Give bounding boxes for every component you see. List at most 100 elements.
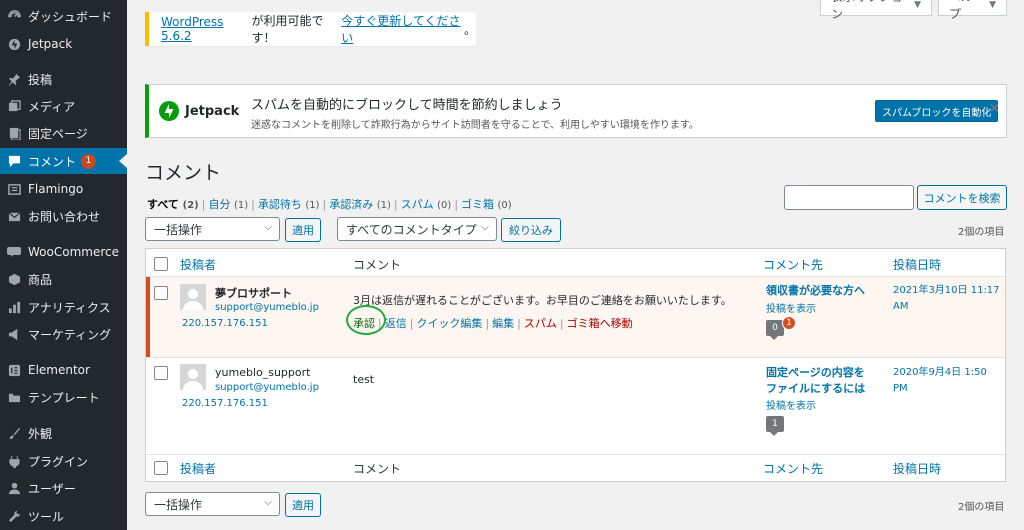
row-checkbox[interactable] — [154, 286, 168, 300]
admin-sidebar: ダッシュボード Jetpack 投稿 メディア 固定ページ コメント 1 Fla… — [0, 0, 127, 530]
comment-count: 0 — [772, 323, 778, 333]
jetpack-logo-text: Jetpack — [185, 103, 240, 119]
comment-date-line1: 2020年9月4日 1:50 — [893, 367, 987, 378]
apply-button-top[interactable]: 適用 — [285, 218, 321, 242]
sidebar-item-posts[interactable]: 投稿 — [0, 66, 127, 92]
row-checkbox[interactable] — [154, 366, 168, 380]
apply-button-bottom[interactable]: 適用 — [285, 493, 321, 517]
jetpack-icon — [7, 37, 21, 51]
automate-spam-block-button[interactable]: スパムブロックを自動化 — [875, 100, 999, 122]
response-post-title[interactable]: 固定ページの内容を ファイルにするには — [766, 365, 865, 397]
comment-date[interactable]: 2021年3月10日 11:17 AM — [893, 283, 1000, 315]
sidebar-item-contact[interactable]: お問い合わせ — [0, 203, 127, 229]
trash-link[interactable]: ゴミ箱へ移動 — [567, 317, 633, 330]
filter-count: (2) — [182, 200, 199, 211]
select-all-checkbox-top[interactable] — [154, 257, 168, 271]
plugin-icon — [7, 454, 21, 468]
sidebar-item-appearance[interactable]: 外観 — [0, 420, 127, 446]
sidebar-item-dashboard[interactable]: ダッシュボード — [0, 3, 127, 29]
filter-spam[interactable]: スパム (0) — [401, 198, 452, 211]
filter-count: (1) — [376, 200, 391, 211]
sidebar-item-templates[interactable]: テンプレート — [0, 384, 127, 410]
appearance-icon — [7, 426, 21, 440]
filter-label: 自分 — [208, 198, 231, 211]
sidebar-item-label: Elementor — [28, 363, 90, 377]
filter-trash[interactable]: ゴミ箱 (0) — [461, 198, 512, 211]
column-author-header[interactable]: 投稿者 — [180, 256, 216, 273]
caret-down-icon: ▼ — [989, 0, 996, 10]
help-button[interactable]: ヘルプ ▼ — [938, 0, 1007, 21]
woocommerce-icon — [7, 245, 21, 259]
view-post-link[interactable]: 投稿を表示 — [766, 300, 816, 315]
comment-author-name: yumeblo_support — [215, 366, 311, 379]
bulk-action-selected: 一括操作 — [154, 222, 203, 237]
products-icon — [7, 272, 21, 286]
avatar — [180, 284, 206, 310]
quick-edit-link[interactable]: クイック編集 — [416, 317, 482, 330]
reply-link[interactable]: 返信 — [385, 317, 407, 330]
comment-author-ip[interactable]: 220.157.176.151 — [182, 318, 268, 329]
column-date-header[interactable]: 投稿日時 — [893, 256, 941, 273]
pending-comment-count-icon[interactable]: 1 — [782, 316, 796, 330]
footer-divider — [146, 454, 1005, 455]
separator: | — [251, 198, 255, 211]
sidebar-item-label: お問い合わせ — [28, 209, 101, 224]
search-comments-button[interactable]: コメントを検索 — [917, 185, 1007, 210]
sidebar-item-label: 外観 — [28, 426, 53, 441]
sidebar-item-label: Jetpack — [28, 37, 73, 51]
comment-author-email[interactable]: support@yumeblo.jp — [215, 382, 319, 393]
sidebar-item-elementor[interactable]: Elementor — [0, 357, 127, 383]
column-response-header[interactable]: コメント先 — [763, 256, 823, 273]
jetpack-banner-description: 迷惑なコメントを削除して詐欺行為からサイト訪問者を守ることで、利用しやすい環境を… — [251, 120, 699, 131]
sidebar-item-label: ユーザー — [28, 481, 76, 496]
response-post-title[interactable]: 領収書が必要な方へ — [766, 283, 865, 299]
sidebar-item-pages[interactable]: 固定ページ — [0, 120, 127, 146]
comment-author-ip[interactable]: 220.157.176.151 — [182, 398, 268, 409]
filter-count: (0) — [437, 200, 452, 211]
separator: | — [485, 317, 490, 330]
sidebar-item-analytics[interactable]: アナリティクス — [0, 294, 127, 320]
filter-approved[interactable]: 承認済み (1) — [329, 198, 391, 211]
tools-icon — [7, 509, 21, 523]
sidebar-item-woocommerce[interactable]: WooCommerce — [0, 239, 127, 265]
sidebar-item-marketing[interactable]: マーケティング — [0, 321, 127, 347]
column-response-footer[interactable]: コメント先 — [763, 460, 823, 477]
screen-options-button[interactable]: 表示オプション ▼ — [820, 0, 932, 21]
sidebar-item-media[interactable]: メディア — [0, 93, 127, 119]
page-title: コメント — [145, 162, 222, 184]
response-post-title-line2: ファイルにするには — [766, 382, 866, 395]
view-post-link[interactable]: 投稿を表示 — [766, 397, 816, 412]
folder-icon — [7, 390, 21, 404]
sidebar-item-flamingo[interactable]: Flamingo — [0, 176, 127, 202]
close-icon[interactable]: × — [989, 101, 1000, 116]
sidebar-item-plugins[interactable]: プラグイン — [0, 448, 127, 474]
sidebar-item-users[interactable]: ユーザー — [0, 475, 127, 501]
sidebar-item-label: メディア — [28, 99, 76, 114]
comments-table: 投稿者 コメント コメント先 投稿日時 夢ブロサポート support@yume… — [145, 248, 1006, 482]
comment-author-email[interactable]: support@yumeblo.jp — [215, 302, 319, 313]
filter-button[interactable]: 絞り込み — [501, 218, 561, 242]
select-all-checkbox-bottom[interactable] — [154, 461, 168, 475]
sidebar-item-jetpack[interactable]: Jetpack — [0, 31, 127, 57]
sidebar-item-tools[interactable]: ツール — [0, 503, 127, 529]
column-author-footer[interactable]: 投稿者 — [180, 460, 216, 477]
comment-search-input[interactable] — [784, 185, 914, 210]
comment-type-select[interactable]: すべてのコメントタイプ ⌵ — [337, 217, 497, 241]
filter-pending[interactable]: 承認待ち (1) — [258, 198, 320, 211]
pending-count: 1 — [786, 318, 792, 328]
edit-link[interactable]: 編集 — [492, 317, 514, 330]
approved-comment-count-icon[interactable]: 1 — [766, 416, 784, 436]
column-date-footer[interactable]: 投稿日時 — [893, 460, 941, 477]
bulk-action-select-bottom[interactable]: 一括操作 ⌵ — [145, 492, 280, 516]
filter-all[interactable]: すべて (2) — [147, 198, 199, 211]
filter-label: 承認待ち — [257, 198, 302, 211]
bulk-action-select-top[interactable]: 一括操作 ⌵ — [145, 217, 280, 241]
filter-mine[interactable]: 自分 (1) — [208, 198, 248, 211]
sidebar-item-products[interactable]: 商品 — [0, 266, 127, 292]
update-now-link[interactable]: 今すぐ更新してください — [341, 12, 464, 46]
sidebar-item-comments[interactable]: コメント 1 — [0, 148, 127, 174]
comment-date-line2: PM — [893, 383, 908, 394]
comment-date[interactable]: 2020年9月4日 1:50 PM — [893, 365, 987, 397]
wordpress-version-link[interactable]: WordPress 5.6.2 — [161, 15, 251, 43]
spam-link[interactable]: スパム — [524, 317, 557, 330]
